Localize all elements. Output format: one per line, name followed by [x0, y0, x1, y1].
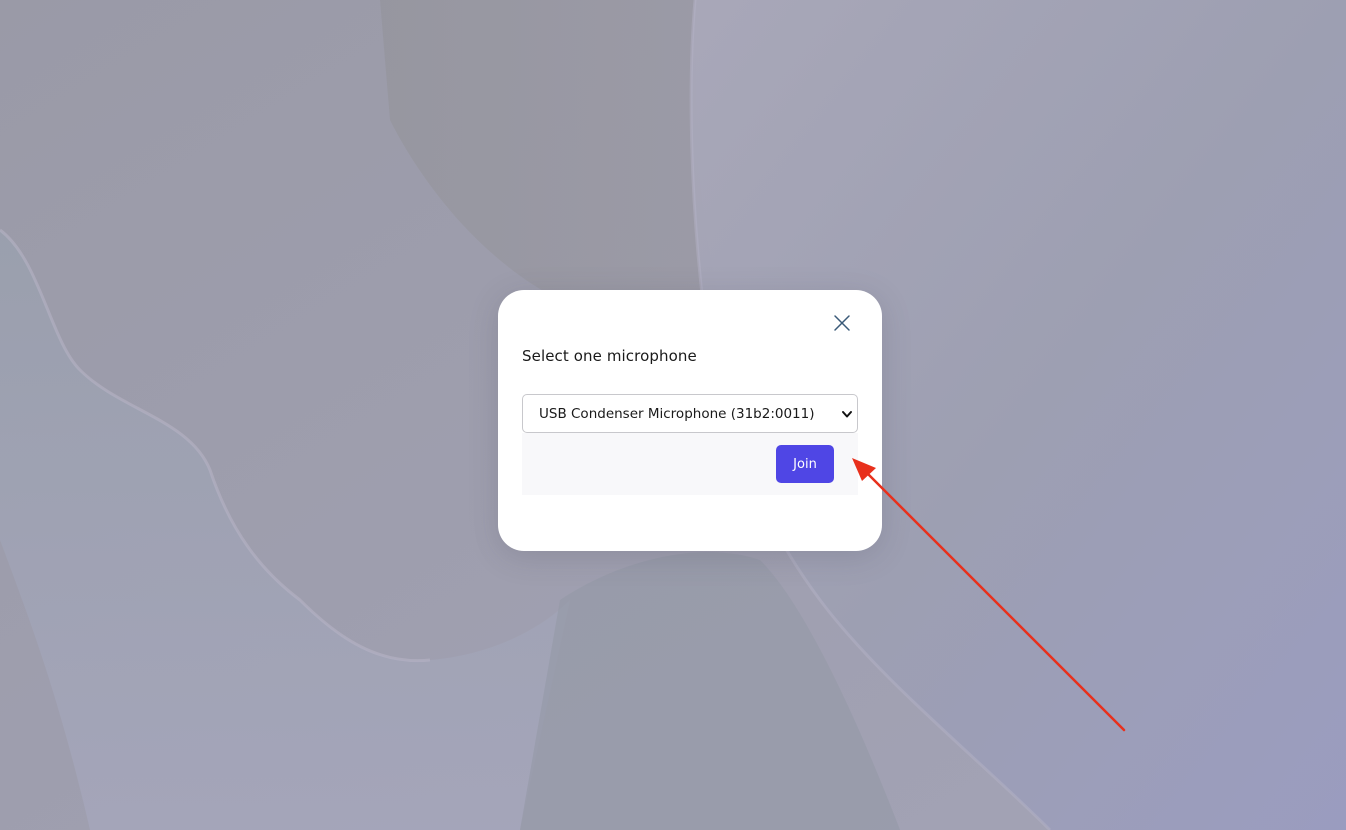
close-icon: [834, 315, 850, 331]
close-button[interactable]: [832, 313, 852, 333]
dialog-footer: Join: [522, 433, 858, 495]
chevron-down-icon: [842, 411, 852, 418]
join-button[interactable]: Join: [776, 445, 834, 483]
dialog-title: Select one microphone: [522, 347, 697, 365]
desktop-background: Select one microphone USB Condenser Micr…: [0, 0, 1346, 830]
microphone-select-value: USB Condenser Microphone (31b2:0011): [539, 405, 815, 422]
microphone-dialog: Select one microphone USB Condenser Micr…: [498, 290, 882, 551]
microphone-select[interactable]: USB Condenser Microphone (31b2:0011): [522, 394, 858, 433]
